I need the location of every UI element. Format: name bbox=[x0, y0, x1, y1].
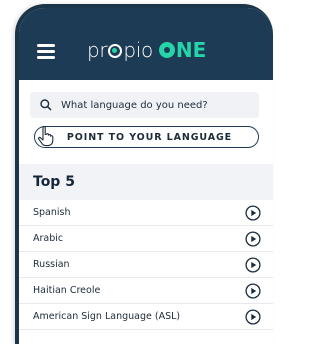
app-header: pr pio NE bbox=[19, 8, 273, 80]
play-icon[interactable] bbox=[245, 230, 261, 247]
play-icon[interactable] bbox=[245, 308, 261, 325]
search-bar[interactable] bbox=[30, 92, 259, 118]
list-item[interactable]: Russian bbox=[19, 252, 273, 278]
menu-icon[interactable] bbox=[37, 44, 55, 59]
main-content: POINT TO YOUR LANGUAGE Top 5 Spanish Ara… bbox=[19, 80, 273, 344]
play-icon[interactable] bbox=[245, 204, 261, 221]
list-item[interactable]: Haitian Creole bbox=[19, 278, 273, 304]
search-icon bbox=[40, 99, 52, 111]
phone-frame: prpio NE POINT TO YOUR LANGUAGE Top 5 bbox=[15, 4, 273, 344]
logo-wordmark: pr pio bbox=[87, 38, 153, 62]
search-input[interactable] bbox=[61, 99, 241, 111]
app-screen: prpio NE POINT TO YOUR LANGUAGE Top 5 bbox=[19, 8, 273, 344]
play-icon[interactable] bbox=[245, 256, 261, 273]
language-name: American Sign Language (ASL) bbox=[33, 311, 181, 322]
list-item[interactable]: Arabic bbox=[19, 226, 273, 252]
point-button-label: POINT TO YOUR LANGUAGE bbox=[66, 131, 233, 143]
point-to-language-button[interactable]: POINT TO YOUR LANGUAGE bbox=[34, 125, 259, 148]
list-item[interactable]: Spanish bbox=[19, 200, 273, 226]
top-languages-list: Spanish Arabic Russian Haitian Creole Am… bbox=[19, 200, 273, 330]
list-item[interactable]: American Sign Language (ASL) bbox=[19, 304, 273, 330]
logo-one: NE bbox=[158, 36, 206, 64]
language-name: Spanish bbox=[33, 207, 71, 218]
language-name: Russian bbox=[33, 259, 70, 270]
language-name: Haitian Creole bbox=[33, 285, 101, 296]
pointing-hand-icon bbox=[38, 125, 54, 147]
propio-one-logo: pr pio NE bbox=[87, 36, 206, 64]
section-title: Top 5 bbox=[33, 174, 75, 190]
language-name: Arabic bbox=[33, 233, 64, 244]
play-icon[interactable] bbox=[245, 282, 261, 299]
top-section-header: Top 5 bbox=[19, 164, 273, 200]
